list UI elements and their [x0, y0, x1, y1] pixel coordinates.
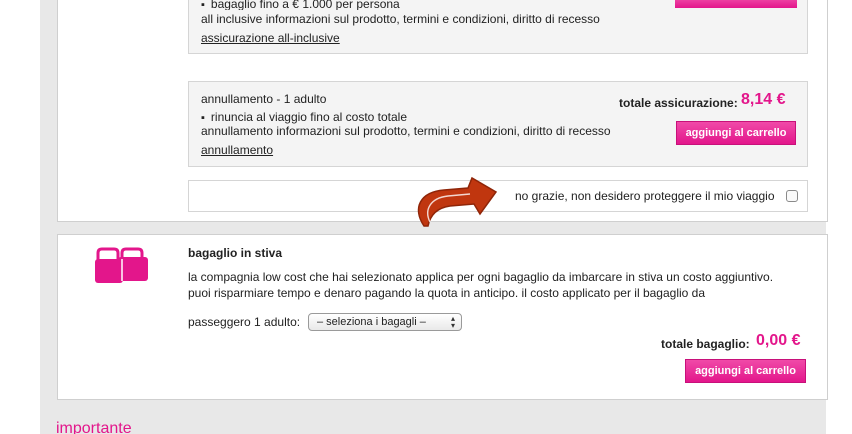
insurance-option-cancellation: annullamento - 1 adulto rinuncia al viag… [188, 81, 808, 167]
option-bullet: bagaglio fino a € 1.000 per persona [201, 0, 400, 10]
add-to-cart-button[interactable]: aggiungi al carrello [676, 121, 796, 145]
baggage-total-value: 0,00 € [756, 332, 801, 349]
allinclusive-link[interactable]: assicurazione all-inclusive [201, 31, 340, 45]
option-bullet: rinuncia al viaggio fino al costo totale [201, 110, 407, 124]
baggage-description-line: la compagnia low cost che hai selezionat… [188, 270, 774, 284]
page-margin-left [0, 0, 40, 434]
option-info-text: annullamento informazioni sul prodotto, … [201, 124, 611, 138]
insurance-total-label: totale assicurazione: [619, 96, 738, 110]
add-to-cart-button-allinclusive[interactable] [675, 0, 797, 8]
add-to-cart-button[interactable]: aggiungi al carrello [685, 359, 806, 383]
decline-insurance-checkbox[interactable] [786, 190, 798, 202]
insurance-option-allinclusive: bagaglio fino a € 1.000 per persona all … [188, 0, 808, 54]
option-info-text: all inclusive informazioni sul prodotto,… [201, 12, 600, 26]
importante-heading: importante [56, 420, 132, 434]
baggage-description-line: puoi risparmiare tempo e denaro pagando … [188, 286, 706, 300]
curved-arrow-icon [417, 176, 498, 227]
baggage-panel: bagaglio in stiva la compagnia low cost … [57, 234, 828, 400]
baggage-select[interactable]: – seleziona i bagagli – ▴ ▾ [308, 313, 462, 331]
page-margin-right [826, 0, 852, 434]
decline-insurance-label: no grazie, non desidero proteggere il mi… [515, 189, 775, 203]
baggage-total-label: totale bagaglio: [661, 337, 750, 351]
suitcase-icon [95, 247, 148, 283]
cancellation-link[interactable]: annullamento [201, 143, 273, 157]
select-arrows-icon: ▴ ▾ [450, 314, 455, 330]
baggage-title: bagaglio in stiva [188, 246, 283, 260]
option-title: annullamento - 1 adulto [201, 92, 327, 106]
insurance-total-value: 8,14 € [741, 91, 786, 108]
passenger-label: passeggero 1 adulto: [188, 315, 301, 329]
baggage-select-value: – seleziona i bagagli – [317, 316, 426, 328]
